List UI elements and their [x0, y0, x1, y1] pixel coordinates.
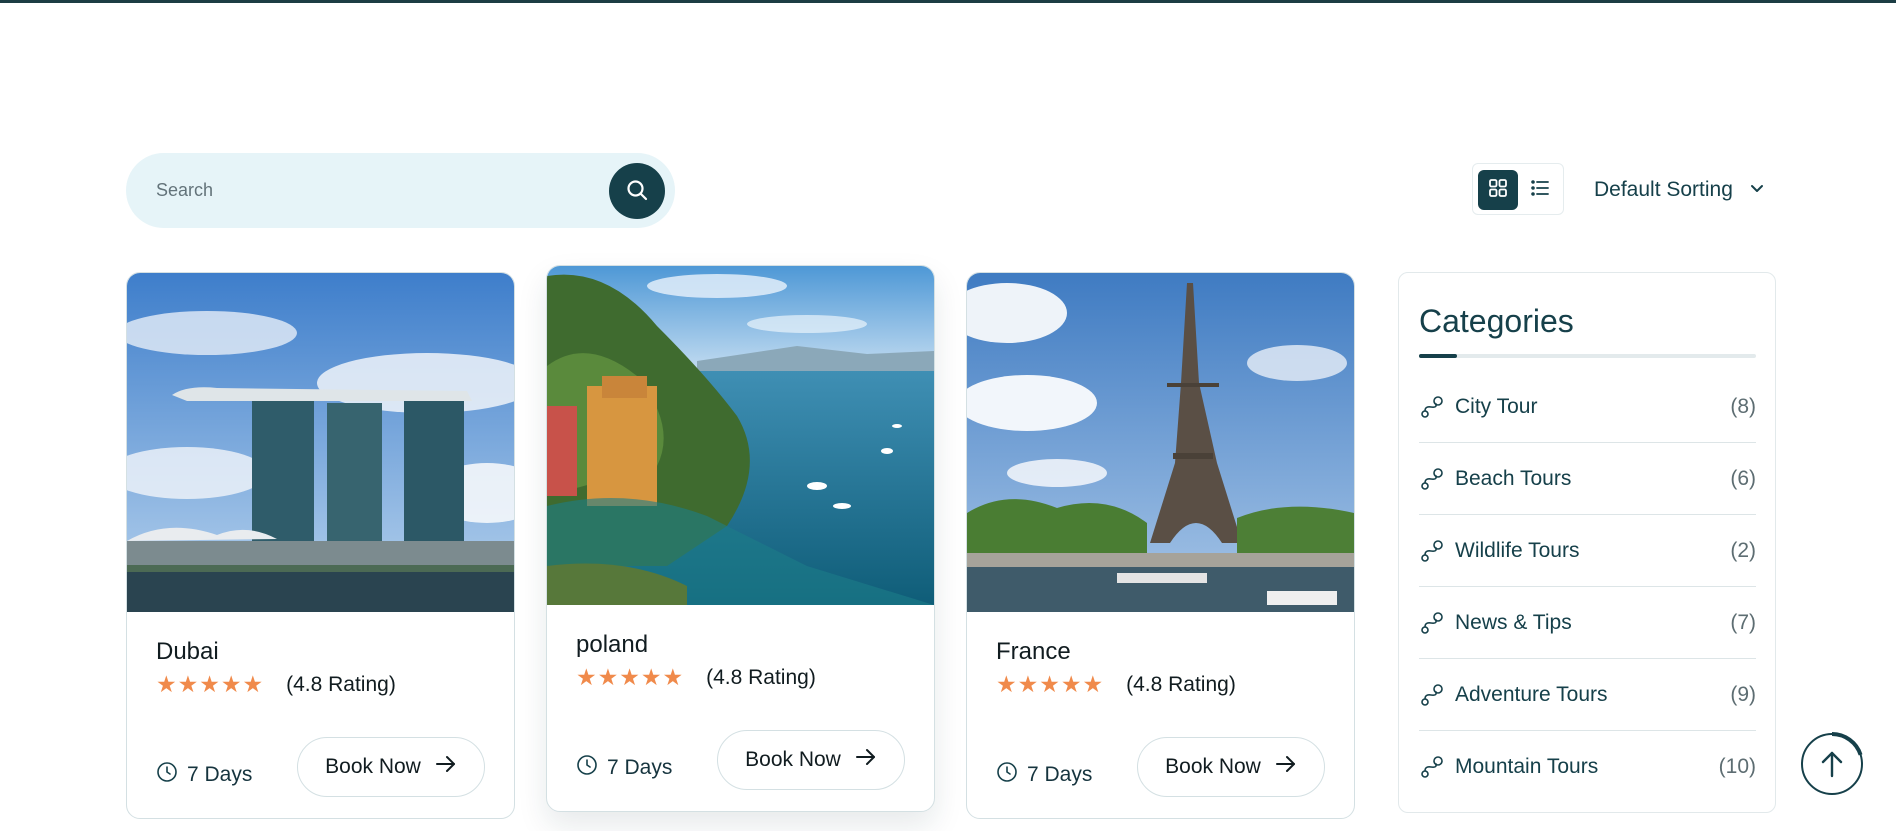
category-item-adventure-tours[interactable]: Adventure Tours (9) [1419, 659, 1756, 731]
tour-card-france[interactable]: France ★★★★★ (4.8 Rating) 7 Days Book No… [966, 272, 1355, 819]
category-count: (7) [1730, 610, 1756, 634]
top-banner-edge [0, 0, 1896, 3]
view-toggle [1472, 163, 1564, 215]
title-underline [1419, 354, 1756, 358]
category-count: (9) [1730, 682, 1756, 706]
tour-rating: ★★★★★ (4.8 Rating) [576, 664, 816, 691]
category-count: (6) [1730, 466, 1756, 490]
search-bar [126, 153, 675, 228]
tour-image-france[interactable] [967, 273, 1354, 612]
category-count: (2) [1730, 538, 1756, 562]
route-icon [1419, 610, 1445, 636]
tour-title: France [996, 638, 1071, 665]
grid-view-button[interactable] [1478, 170, 1518, 210]
duration-text: 7 Days [1027, 763, 1093, 786]
category-label: City Tour [1455, 394, 1538, 418]
category-item-news-tips[interactable]: News & Tips (7) [1419, 587, 1756, 659]
book-now-button[interactable]: Book Now [297, 737, 485, 797]
route-icon [1419, 394, 1445, 420]
tour-rating: ★★★★★ (4.8 Rating) [156, 671, 396, 698]
category-label: Mountain Tours [1455, 755, 1599, 778]
category-item-mountain-tours[interactable]: Mountain Tours (10) [1419, 731, 1756, 803]
route-icon [1419, 466, 1445, 492]
grid-icon [1488, 178, 1508, 203]
tour-image-dubai[interactable] [127, 273, 514, 612]
rating-text: (4.8 Rating) [706, 665, 816, 689]
tour-title: poland [576, 631, 649, 658]
categories-widget: Categories City Tour (8) Beach Tours (6)… [1398, 272, 1776, 813]
rating-text: (4.8 Rating) [286, 672, 396, 696]
sort-dropdown[interactable]: Default Sorting [1594, 170, 1765, 210]
rating-stars: ★★★★★ [156, 671, 265, 697]
clock-icon [156, 761, 178, 789]
chevron-down-icon [1749, 178, 1765, 202]
route-icon [1419, 682, 1445, 708]
book-now-label: Book Now [745, 748, 841, 771]
tour-duration: 7 Days [576, 754, 672, 782]
tour-title: Dubai [156, 638, 219, 665]
arrow-right-icon [1275, 755, 1297, 779]
category-item-beach-tours[interactable]: Beach Tours (6) [1419, 443, 1756, 515]
category-item-city-tour[interactable]: City Tour (8) [1419, 371, 1756, 443]
search-input[interactable] [156, 153, 586, 228]
sort-label: Default Sorting [1594, 178, 1733, 201]
tour-card-dubai[interactable]: Dubai ★★★★★ (4.8 Rating) 7 Days Book Now [126, 272, 515, 819]
tour-rating: ★★★★★ (4.8 Rating) [996, 671, 1236, 698]
list-view-button[interactable] [1520, 170, 1560, 210]
list-icon [1530, 178, 1550, 203]
arrow-right-icon [435, 755, 457, 779]
book-now-label: Book Now [325, 755, 421, 778]
tour-image-poland[interactable] [547, 266, 934, 605]
back-to-top-button[interactable] [1800, 732, 1864, 796]
category-label: News & Tips [1455, 610, 1572, 634]
tour-duration: 7 Days [996, 761, 1092, 789]
category-list: City Tour (8) Beach Tours (6) Wildlife T… [1419, 371, 1756, 803]
tour-duration: 7 Days [156, 761, 252, 789]
category-label: Beach Tours [1455, 466, 1572, 490]
book-now-button[interactable]: Book Now [717, 730, 905, 790]
category-count: (10) [1718, 755, 1756, 778]
clock-icon [576, 754, 598, 782]
arrow-right-icon [855, 748, 877, 772]
clock-icon [996, 761, 1018, 789]
categories-title: Categories [1419, 303, 1574, 339]
duration-text: 7 Days [607, 756, 673, 779]
rating-stars: ★★★★★ [576, 664, 685, 690]
duration-text: 7 Days [187, 763, 253, 786]
search-icon [625, 178, 649, 205]
rating-text: (4.8 Rating) [1126, 672, 1236, 696]
book-now-label: Book Now [1165, 755, 1261, 778]
category-count: (8) [1730, 394, 1756, 418]
book-now-button[interactable]: Book Now [1137, 737, 1325, 797]
category-label: Wildlife Tours [1455, 538, 1580, 562]
tour-card-poland[interactable]: poland ★★★★★ (4.8 Rating) 7 Days Book No… [546, 265, 935, 812]
route-icon [1419, 754, 1445, 780]
rating-stars: ★★★★★ [996, 671, 1105, 697]
search-button[interactable] [609, 163, 665, 219]
category-item-wildlife-tours[interactable]: Wildlife Tours (2) [1419, 515, 1756, 587]
route-icon [1419, 538, 1445, 564]
category-label: Adventure Tours [1455, 682, 1608, 706]
